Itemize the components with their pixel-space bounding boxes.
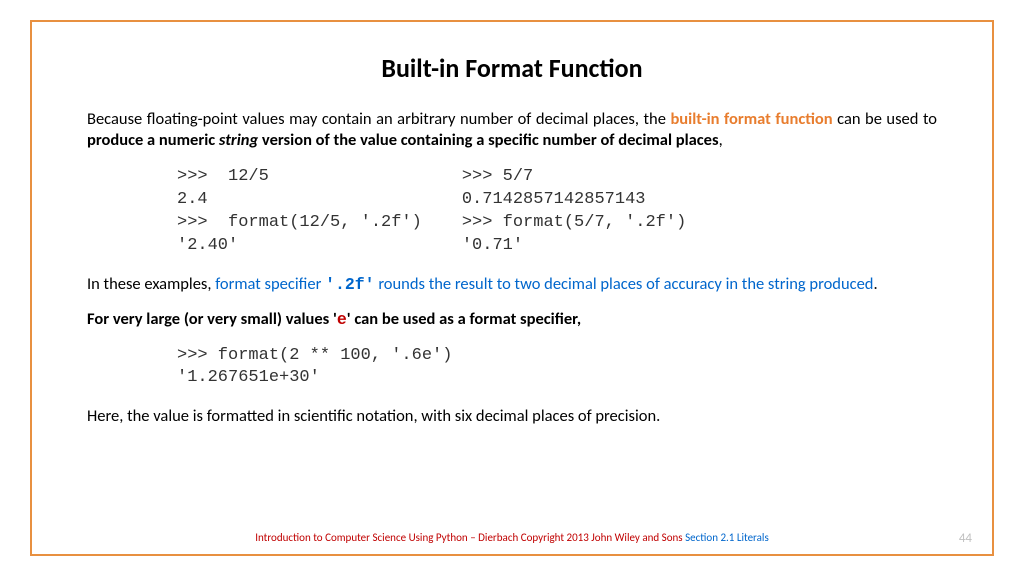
- format-spec-e: e: [337, 310, 347, 329]
- text-blue: rounds the result to two decimal places …: [375, 274, 874, 294]
- text: ,: [719, 130, 723, 150]
- code-example-2: >>> format(2 ** 100, '.6e') '1.267651e+3…: [177, 345, 937, 391]
- text-bold: produce a numeric: [87, 130, 219, 150]
- text: .: [873, 274, 877, 294]
- text: In these examples,: [87, 274, 215, 294]
- footer-section: Section 2.1 Literals: [683, 531, 769, 544]
- code-left: >>> 12/5 2.4 >>> format(12/5, '.2f') '2.…: [177, 166, 422, 258]
- slide-title: Built-in Format Function: [87, 52, 937, 84]
- page-number: 44: [959, 531, 972, 546]
- code-right: >>> 5/7 0.7142857142857143 >>> format(5/…: [462, 166, 686, 258]
- text: can be used to: [833, 109, 937, 129]
- explanation-paragraph: In these examples, format specifier '.2f…: [87, 274, 937, 295]
- text-bold: can be used as a format specifier,: [351, 309, 581, 329]
- text: Because floating-point values may contai…: [87, 109, 670, 129]
- text-bold: For very large (or very small) values: [87, 309, 333, 329]
- code-example-1: >>> 12/5 2.4 >>> format(12/5, '.2f') '2.…: [177, 166, 937, 258]
- intro-paragraph: Because floating-point values may contai…: [87, 109, 937, 152]
- footer-attribution: Introduction to Computer Science Using P…: [255, 531, 682, 544]
- slide-footer: Introduction to Computer Science Using P…: [32, 531, 992, 544]
- closing-paragraph: Here, the value is formatted in scientif…: [87, 406, 937, 427]
- text-bold: version of the value containing a specif…: [258, 130, 718, 150]
- text-blue: format specifier: [215, 274, 325, 294]
- large-values-paragraph: For very large (or very small) values 'e…: [87, 309, 937, 330]
- slide-frame: Built-in Format Function Because floatin…: [30, 20, 994, 556]
- term-format-function: built-in format function: [670, 109, 832, 129]
- format-spec-2f: '.2f': [325, 275, 375, 294]
- text-string: string: [219, 130, 258, 150]
